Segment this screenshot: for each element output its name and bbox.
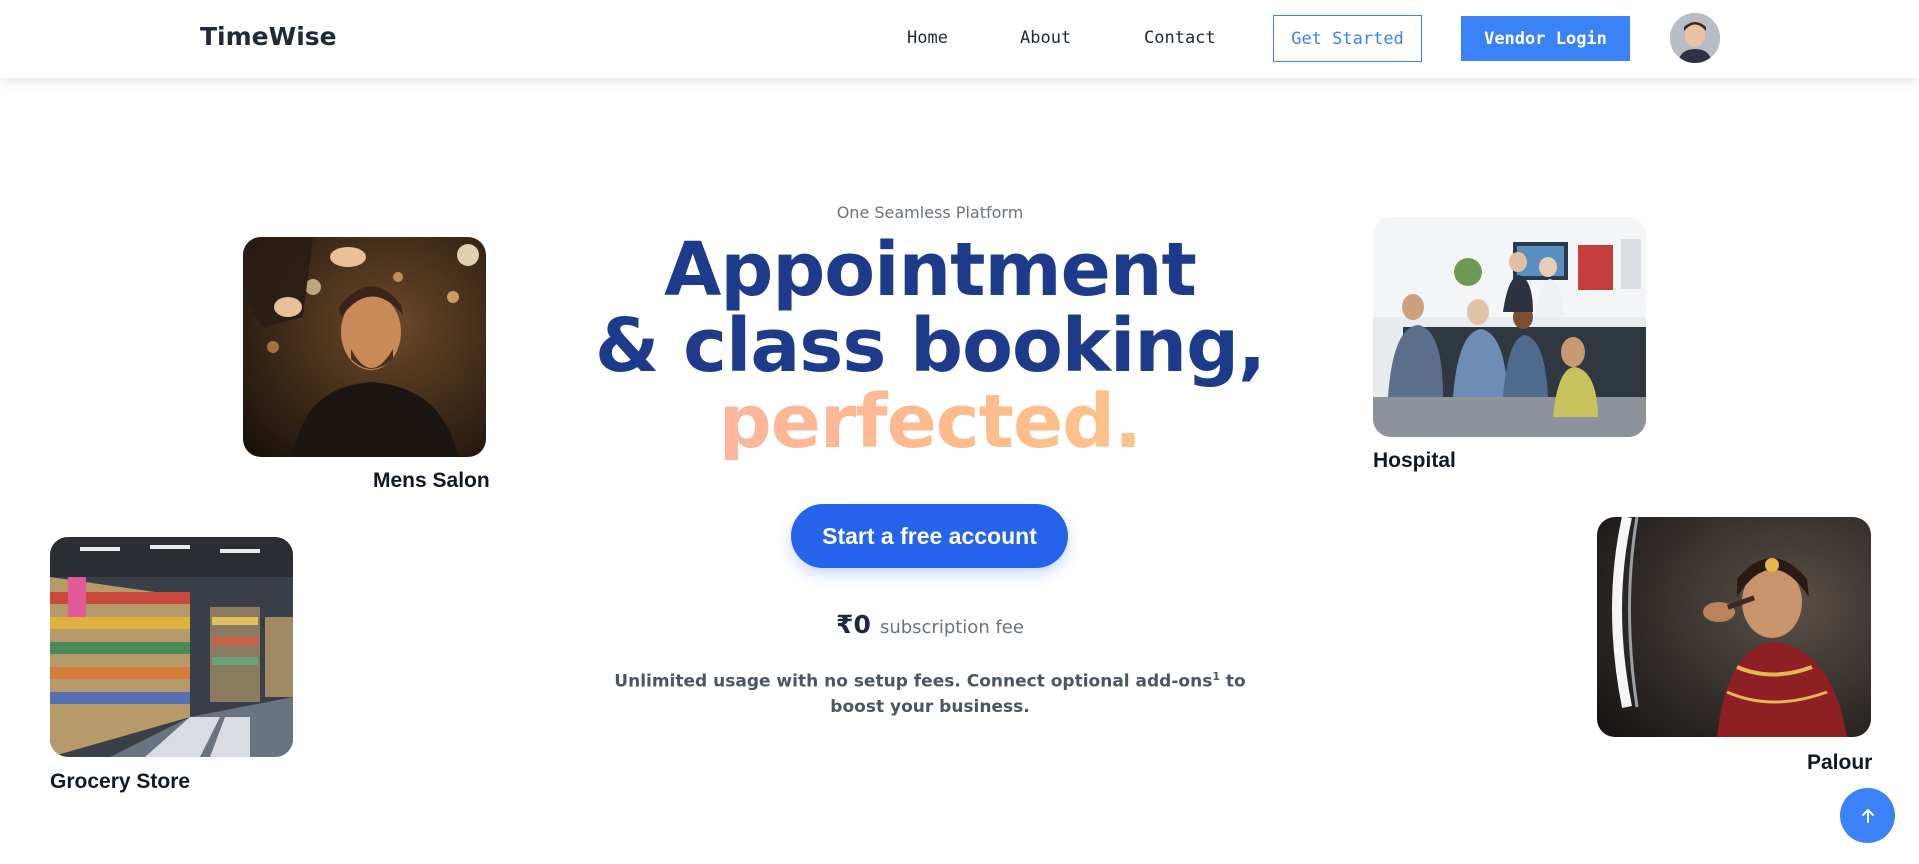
hospital-image — [1373, 217, 1646, 437]
grocery-store-image — [50, 537, 293, 757]
hero-subtext: Unlimited usage with no setup fees. Conn… — [610, 664, 1250, 720]
mens-salon-label: Mens Salon — [373, 469, 490, 492]
palour-image — [1597, 517, 1871, 737]
get-started-button[interactable]: Get Started — [1273, 15, 1422, 62]
scroll-to-top-button[interactable] — [1840, 788, 1895, 843]
nav-about[interactable]: About — [1020, 28, 1071, 48]
arrow-up-icon — [1861, 808, 1874, 823]
price-amount: ₹0 — [836, 610, 871, 639]
start-free-account-button[interactable]: Start a free account — [791, 504, 1068, 568]
user-avatar-icon — [1670, 13, 1720, 63]
brand-logo[interactable]: TimeWise — [200, 22, 337, 51]
nav-home[interactable]: Home — [907, 28, 948, 48]
avatar[interactable] — [1670, 13, 1720, 63]
palour-label: Palour — [1807, 751, 1873, 774]
subtext-footnote[interactable]: 1 — [1212, 670, 1220, 683]
subtext-part-1: Unlimited usage with no setup fees. Conn… — [614, 671, 1213, 692]
grocery-store-label: Grocery Store — [50, 770, 191, 793]
vendor-login-button[interactable]: Vendor Login — [1461, 16, 1630, 61]
nav-contact[interactable]: Contact — [1144, 28, 1216, 48]
hospital-label: Hospital — [1373, 449, 1456, 472]
mens-salon-image — [243, 237, 486, 457]
site-header: TimeWise Home About Contact Get Started … — [0, 0, 1919, 78]
price-label: subscription fee — [879, 617, 1024, 638]
